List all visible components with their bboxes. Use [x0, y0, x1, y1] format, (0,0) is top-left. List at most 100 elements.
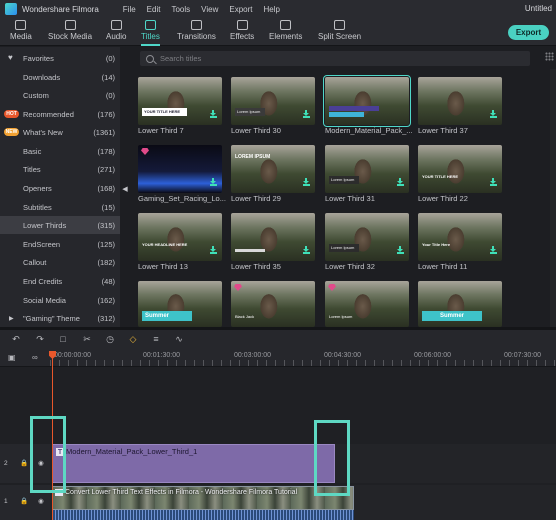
timecode-label: 00:01:30:00 — [143, 352, 180, 359]
sidebar-item-basic[interactable]: Basic (178) — [0, 142, 120, 160]
tab-elements-label: Elements — [269, 32, 303, 41]
download-icon[interactable] — [490, 246, 497, 254]
sidebar-item-openers[interactable]: Openers (168) — [0, 179, 120, 197]
eye-icon[interactable]: ◉ — [38, 497, 44, 505]
tab-elements[interactable]: Elements — [269, 20, 302, 44]
title-thumbnail-10[interactable] — [231, 213, 315, 261]
timeline-ruler[interactable]: ▣ ∞ 00:00:00:00 00:01:30:00 00:03:00:00 … — [0, 349, 556, 367]
tab-audio[interactable]: Audio — [106, 20, 126, 44]
tab-transitions[interactable]: Transitions — [177, 20, 216, 44]
download-icon[interactable] — [303, 246, 310, 254]
search-input[interactable]: Search titles — [160, 54, 201, 63]
sidebar-item-count: (168) — [97, 183, 115, 193]
sidebar-item-end-credits[interactable]: End Credits (48) — [0, 272, 120, 290]
link-icon[interactable]: ∞ — [32, 353, 42, 363]
sidebar-item-whats-new[interactable]: NEW What's New (1361) — [0, 123, 120, 141]
tab-media[interactable]: Media — [10, 20, 32, 44]
menu-tools[interactable]: Tools — [171, 5, 190, 14]
title-thumbnail-11[interactable]: Lorem Ipsum — [325, 213, 409, 261]
text-t-icon — [144, 20, 156, 30]
collapse-sidebar-icon[interactable]: ◀ — [121, 183, 129, 195]
search-bar[interactable]: Search titles — [140, 51, 530, 66]
title-thumbnail-1[interactable]: YOUR TITLE HERE — [138, 77, 222, 125]
tab-effects[interactable]: Effects — [230, 20, 254, 44]
title-thumbnail-7[interactable]: Lorem Ipsum — [325, 145, 409, 193]
sidebar-item-lower-thirds[interactable]: Lower Thirds (315) — [0, 216, 120, 234]
sidebar-item-favorites[interactable]: ♥ Favorites (0) — [0, 49, 120, 67]
download-icon[interactable] — [210, 246, 217, 254]
transition-icon — [190, 20, 202, 30]
title-thumbnail-4[interactable] — [418, 77, 502, 125]
sidebar-item-subtitles[interactable]: Subtitles (15) — [0, 198, 120, 216]
sidebar-item-label: Titles — [23, 164, 41, 174]
delete-icon[interactable]: □ — [58, 334, 68, 344]
sidebar-item-callout[interactable]: Callout (182) — [0, 253, 120, 271]
video-clip-name: Convert Lower Third Text Effects in Film… — [65, 489, 298, 496]
redo-icon[interactable]: ↷ — [35, 334, 45, 344]
add-track-icon[interactable]: ▣ — [8, 353, 18, 363]
download-icon[interactable] — [303, 110, 310, 118]
menu-help[interactable]: Help — [263, 5, 279, 14]
sidebar-item-titles[interactable]: Titles (271) — [0, 160, 120, 178]
cut-icon[interactable]: ✂ — [82, 334, 92, 344]
download-icon[interactable] — [490, 178, 497, 186]
title-thumbnail-16[interactable]: Summer — [418, 281, 502, 327]
sidebar-item-endscreen[interactable]: EndScreen (125) — [0, 235, 120, 253]
download-icon[interactable] — [397, 246, 404, 254]
audio-waveform[interactable] — [52, 510, 354, 520]
download-icon[interactable] — [397, 178, 404, 186]
lock-icon[interactable]: 🔒 — [20, 459, 28, 467]
adjust-icon[interactable]: ≡ — [151, 334, 161, 344]
title-thumbnail-5[interactable] — [138, 145, 222, 193]
title-thumbnail-12[interactable]: Your Title Here — [418, 213, 502, 261]
title-thumbnail-15[interactable]: Lorem Ipsum — [325, 281, 409, 327]
title-label: Gaming_Set_Racing_Lo... — [138, 194, 226, 203]
download-icon[interactable] — [490, 110, 497, 118]
sidebar-item-count: (178) — [97, 146, 115, 156]
tab-titles[interactable]: Titles — [141, 20, 160, 46]
tab-stock-media[interactable]: Stock Media — [48, 20, 92, 44]
title-thumbnail-13[interactable]: Summer — [138, 281, 222, 327]
sidebar-item-custom[interactable]: Custom (0) — [0, 86, 120, 104]
menu-view[interactable]: View — [201, 5, 218, 14]
sidebar-item-label: Favorites — [23, 53, 54, 63]
audio-wave-icon[interactable]: ∿ — [174, 334, 184, 344]
tab-titles-label: Titles — [141, 32, 160, 41]
tab-split-screen[interactable]: Split Screen — [318, 20, 361, 44]
hot-badge: HOT — [4, 110, 19, 118]
tile-overlay-bar — [329, 106, 379, 111]
download-icon[interactable] — [210, 178, 217, 186]
undo-icon[interactable]: ↶ — [11, 334, 21, 344]
sidebar-item-downloads[interactable]: Downloads (14) — [0, 68, 120, 86]
sidebar-item-gaming-theme[interactable]: ▶ "Gaming" Theme (312) — [0, 309, 120, 327]
sidebar-item-social-media[interactable]: Social Media (162) — [0, 291, 120, 309]
title-clip-name: Modern_Material_Pack_Lower_Third_1 — [66, 447, 198, 456]
menu-file[interactable]: File — [123, 5, 136, 14]
menu-export[interactable]: Export — [229, 5, 252, 14]
title-clip[interactable]: T Modern_Material_Pack_Lower_Third_1 — [52, 444, 335, 483]
download-icon[interactable] — [303, 178, 310, 186]
sidebar-item-recommended[interactable]: HOT Recommended (176) — [0, 105, 120, 123]
title-thumbnail-9[interactable]: YOUR HEADLINE HERE — [138, 213, 222, 261]
title-thumbnail-14[interactable]: Black Jack — [231, 281, 315, 327]
caret-right-icon[interactable]: ▶ — [9, 315, 14, 322]
speed-icon[interactable]: ◷ — [105, 334, 115, 344]
premium-gem-icon — [328, 284, 336, 291]
app-name: Wondershare Filmora — [22, 4, 99, 14]
video-clip[interactable]: Convert Lower Third Text Effects in Film… — [52, 486, 354, 510]
scrollbar[interactable] — [550, 69, 556, 327]
download-icon[interactable] — [210, 110, 217, 118]
tile-overlay-text: YOUR TITLE HERE — [142, 108, 187, 116]
lock-icon[interactable]: 🔒 — [20, 497, 28, 505]
sidebar-item-count: (125) — [97, 239, 115, 249]
keyframe-icon[interactable]: ◇ — [128, 334, 138, 344]
export-button[interactable]: Export — [508, 25, 549, 40]
title-thumbnail-2[interactable]: Lorem Ipsum — [231, 77, 315, 125]
grid-view-icon[interactable] — [545, 52, 554, 61]
tile-overlay-bar — [235, 249, 265, 252]
title-thumbnail-6[interactable]: LOREM IPSUM — [231, 145, 315, 193]
menu-edit[interactable]: Edit — [147, 5, 161, 14]
title-thumbnail-3[interactable] — [323, 75, 411, 127]
title-thumbnail-8[interactable]: YOUR TITLE HERE — [418, 145, 502, 193]
elements-icon — [280, 20, 292, 30]
